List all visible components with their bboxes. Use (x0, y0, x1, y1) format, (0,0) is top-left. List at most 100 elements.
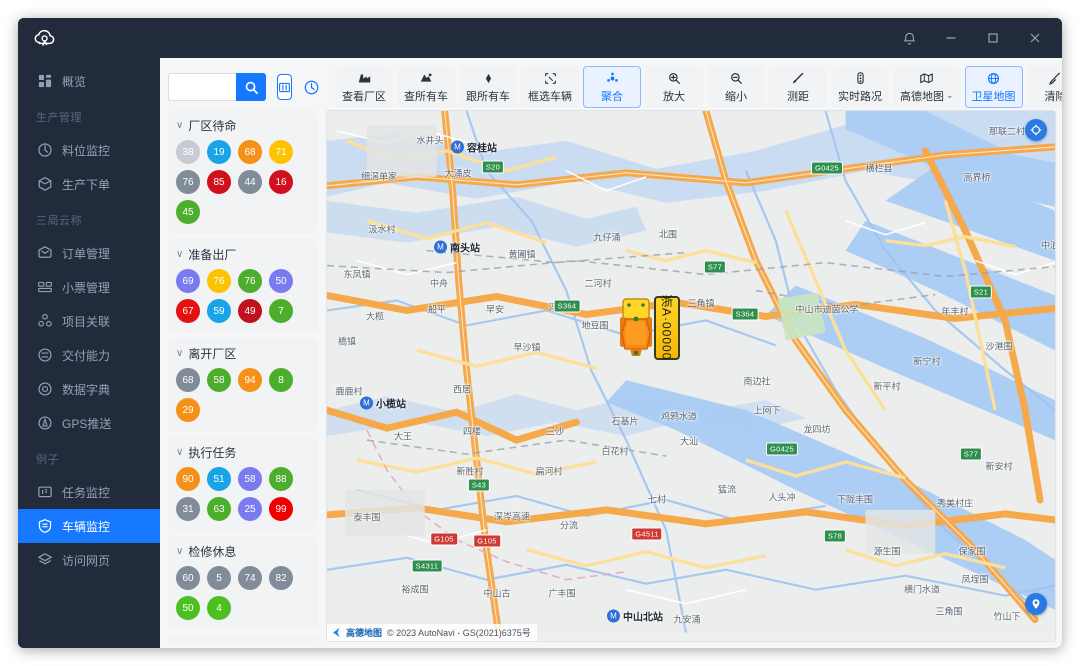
vehicle-badge[interactable]: 58 (207, 368, 231, 392)
close-icon[interactable] (1014, 19, 1056, 57)
chevron-down-icon[interactable]: ⌄ (946, 90, 954, 101)
tool-button-broom[interactable]: 清除 (1026, 66, 1062, 108)
map-location-icon[interactable] (1025, 119, 1047, 141)
tool-button-follow[interactable]: 跟所有车 (459, 66, 517, 108)
sidebar-item-delivery[interactable]: 交付能力 (18, 338, 160, 372)
vehicle-badge[interactable]: 69 (176, 269, 200, 293)
title-bar (18, 18, 1062, 58)
sidebar-item-inbox[interactable]: 订单管理 (18, 236, 160, 270)
vehicle-badge[interactable]: 59 (207, 299, 231, 323)
tool-button-satellite[interactable]: 卫星地图 (964, 66, 1023, 108)
vehicle-badge-list: 60 5 74 82 50 4 (176, 566, 310, 620)
vehicle-badge-list: 69 76 76 50 67 59 49 7 (176, 269, 310, 323)
vehicle-group-header[interactable]: ∨ 检修休息 (176, 543, 310, 560)
vehicle-badge[interactable]: 5 (207, 566, 231, 590)
vehicle-badge[interactable]: 76 (207, 269, 231, 293)
vehicle-badge[interactable]: 49 (238, 299, 262, 323)
vehicle-badge[interactable]: 58 (238, 467, 262, 491)
sidebar-item-box[interactable]: 生产下单 (18, 167, 160, 201)
chevron-down-icon[interactable]: ∨ (176, 249, 183, 260)
chevron-down-icon[interactable]: ∨ (176, 120, 183, 131)
vehicle-group-name: 执行任务 (188, 446, 237, 460)
tool-button-zoom-in[interactable]: 放大 (645, 66, 703, 108)
vehicle-badge[interactable]: 44 (238, 170, 262, 194)
sidebar-item-label: 访问网页 (62, 553, 111, 568)
map-container[interactable]: 水井头细滘单家大涌皮横栏县高界桥那联二村裕牛围新联迪安围长沙云生涌新农义隆围礼隆… (326, 110, 1056, 642)
sidebar-item-target[interactable]: 数据字典 (18, 372, 160, 406)
tool-button-zoom-out[interactable]: 缩小 (707, 66, 765, 108)
vehicle-badge[interactable]: 60 (176, 566, 200, 590)
maximize-icon[interactable] (972, 19, 1014, 57)
vehicle-badge[interactable]: 25 (238, 497, 262, 521)
vehicle-badge[interactable]: 51 (207, 467, 231, 491)
vehicle-badge[interactable]: 90 (176, 467, 200, 491)
vehicle-badge[interactable]: 76 (238, 269, 262, 293)
sidebar-item-receipt[interactable]: 小票管理 (18, 270, 160, 304)
sidebar-item-dashboard[interactable]: 概览 (18, 64, 160, 98)
sidebar-item-gauge[interactable]: 料位监控 (18, 133, 160, 167)
tool-button-label: 缩小 (725, 90, 747, 103)
vehicle-badge[interactable]: 38 (176, 140, 200, 164)
vehicle-group-header[interactable]: ∨ 厂区待命 (176, 117, 310, 134)
vehicle-badge[interactable]: 45 (176, 200, 200, 224)
sidebar-item-shield[interactable]: 车辆监控 (18, 509, 160, 543)
tool-button-marquee[interactable]: 框选车辆 (521, 66, 579, 108)
vehicle-badge[interactable]: 8 (269, 368, 293, 392)
vehicle-badge[interactable]: 50 (269, 269, 293, 293)
vehicle-group-header[interactable]: ∨ 准备出厂 (176, 246, 310, 263)
list-icon[interactable] (277, 74, 292, 100)
sidebar-item-label: 交付能力 (62, 348, 111, 363)
sidebar-item-monitor[interactable]: 任务监控 (18, 475, 160, 509)
tool-button-label: 聚合 (601, 90, 623, 103)
vehicle-badge[interactable]: 19 (207, 140, 231, 164)
bell-icon[interactable] (888, 19, 930, 57)
app-window: 概览 生产管理 料位监控 生产下单 三局云称 订单管理 小票管理 项目关联 交付能力 数据字典 GP… (18, 18, 1062, 648)
vehicle-badge[interactable]: 68 (176, 368, 200, 392)
vehicle-badge[interactable]: 50 (176, 596, 200, 620)
vehicle-badge[interactable]: 71 (269, 140, 293, 164)
chevron-down-icon[interactable]: ∨ (176, 546, 183, 557)
tool-button-factory[interactable]: 查看厂区 (335, 66, 393, 108)
vehicle-badge[interactable]: 82 (269, 566, 293, 590)
vehicle-badge[interactable]: 94 (238, 368, 262, 392)
vehicle-badge[interactable]: 74 (238, 566, 262, 590)
receipt-icon (36, 279, 53, 296)
tool-button-traffic[interactable]: 实时路况 (831, 66, 889, 108)
vehicle-badge-list: 90 51 58 88 31 63 25 99 (176, 467, 310, 521)
sidebar-item-label: 数据字典 (62, 382, 111, 397)
vehicle-group-header[interactable]: ∨ 执行任务 (176, 444, 310, 461)
vehicle-badge[interactable]: 16 (269, 170, 293, 194)
sidebar-item-nodes[interactable]: 项目关联 (18, 304, 160, 338)
sidebar-item-label: 订单管理 (62, 246, 111, 261)
vehicle-badge[interactable]: 68 (238, 140, 262, 164)
vehicle-group-header[interactable]: ∨ 离开厂区 (176, 345, 310, 362)
tool-button-all-cars[interactable]: 查所有车 (397, 66, 455, 108)
chevron-down-icon[interactable]: ∨ (176, 447, 183, 458)
vehicle-badge[interactable]: 29 (176, 398, 200, 422)
vehicle-badge[interactable]: 31 (176, 497, 200, 521)
sidebar-item-layers[interactable]: 访问网页 (18, 543, 160, 577)
clock-icon[interactable] (303, 74, 320, 100)
vehicle-badge[interactable]: 63 (207, 497, 231, 521)
sidebar-item-gps[interactable]: GPS推送 (18, 406, 160, 440)
tool-button-ruler[interactable]: 测距 (769, 66, 827, 108)
sidebar-group-title: 三局云称 (36, 215, 82, 227)
vehicle-badge[interactable]: 7 (269, 299, 293, 323)
minimize-icon[interactable] (930, 19, 972, 57)
vehicle-badge[interactable]: 88 (269, 467, 293, 491)
vehicle-badge[interactable]: 99 (269, 497, 293, 521)
sidebar-item-label: 料位监控 (62, 143, 111, 158)
vehicle-badge[interactable]: 4 (207, 596, 231, 620)
map-pin-icon[interactable] (1025, 593, 1047, 615)
search-input[interactable] (168, 73, 236, 101)
tool-button-cluster[interactable]: 聚合 (583, 66, 641, 108)
vehicle-badge[interactable]: 85 (207, 170, 231, 194)
vehicle-group-name: 离开厂区 (188, 347, 237, 361)
tool-button-strip: 查看厂区 查所有车 跟所有车 框选车辆聚合 放大缩小 测距 实时路况 高德地图 ⌄ 卫星地图 清除 (335, 66, 1062, 108)
box-icon (36, 176, 53, 193)
chevron-down-icon[interactable]: ∨ (176, 348, 183, 359)
vehicle-badge[interactable]: 76 (176, 170, 200, 194)
vehicle-badge[interactable]: 67 (176, 299, 200, 323)
search-icon[interactable] (236, 73, 266, 101)
tool-button-map-layer[interactable]: 高德地图 ⌄ (893, 66, 961, 108)
